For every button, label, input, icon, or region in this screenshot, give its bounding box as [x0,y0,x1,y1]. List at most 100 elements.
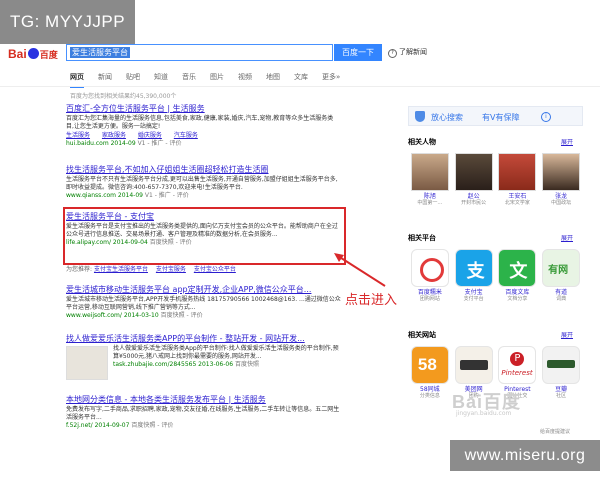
platform-card[interactable]: 支 支付宝 支付平台 [452,249,496,303]
shield-icon [415,111,425,122]
result-extras[interactable]: 百度快照 - 评价 [161,312,203,319]
avatar [410,153,449,191]
site-card[interactable]: 58 58同城 分类信息 [408,346,452,400]
baidu-logo[interactable]: Bai 百度 [8,45,66,63]
result-extras[interactable]: 百度快照 - 评价 [131,422,173,429]
watermark-tag: TG: MYYJJPP [0,0,135,44]
person-card[interactable]: 陈旭 中国第一… [408,153,452,207]
result-extras[interactable]: V1 - 推广 - 评价 [145,192,189,199]
58-icon: 58 [410,346,449,384]
nuomi-icon [410,249,449,287]
result-title[interactable]: 爱生活城市移动生活服务平台 app定制开发,企业APP,微信公众平台... [66,284,341,295]
url-text: task.zhubajie.com/2845565 2013-06-06 [113,361,234,368]
person-sub: 开封市民公 [461,200,487,206]
tab-map[interactable]: 地图 [266,70,280,84]
section-title: 相关人物 [408,138,436,146]
help-link[interactable]: ? 了解新闻 [388,46,427,58]
result-item: 爱生活城市移动生活服务平台 app定制开发,企业APP,微信公众平台... 爱生… [66,284,341,320]
baidu-watermark-sub: jingyan.baidu.com [456,410,512,417]
tab-news[interactable]: 新闻 [98,70,112,84]
divider [0,86,600,87]
tab-web[interactable]: 网页 [70,70,84,88]
person-name: 赵公 [467,193,480,200]
annotation-arrow-icon [334,253,386,287]
info-icon[interactable]: i [541,112,551,122]
person-sub: 中国政坛 [551,200,572,206]
site-name: 豆瓣 [555,386,568,393]
result-url: www.weijsoft.com/ 2014-03-10 百度快照 - 评价 [66,312,341,320]
result-count: 百度为您找到相关结果约45,390,000个 [70,93,177,100]
search-query: 爱生活服务平台 [70,47,130,58]
result-desc: 生活服务平台不只有生活服务平台分成,更可以出售生活服务,开通自营服务,加盟仔姐姐… [66,176,338,191]
tab-wenku[interactable]: 文库 [294,70,308,84]
secure-search-banner[interactable]: 放心搜索 有V有保障 i [408,106,583,126]
nav-tabs: 网页 新闻 贴吧 知道 音乐 图片 视频 地图 文库 更多» [70,70,354,88]
url-text: hui.baidu.com 2014-09 [66,140,136,147]
site-card[interactable]: 豆瓣 社区 [539,346,583,400]
result-thumbnail[interactable] [66,346,108,380]
expand-link[interactable]: 展开 [561,233,573,242]
result-title[interactable]: 找人做爱爱乐活生活服务类APP的平台制作 - 整站开发 - 网站开发... [66,333,341,344]
secure-label: 放心搜索 [431,113,463,122]
avatar [454,153,493,191]
tab-tieba[interactable]: 贴吧 [126,70,140,84]
search-button[interactable]: 百度一下 [334,44,382,61]
tab-more[interactable]: 更多» [322,70,340,84]
platform-card[interactable]: 有网 有道 词典 [539,249,583,303]
logo-text: Bai [8,47,27,61]
platform-card[interactable]: 文 百度文库 文档分享 [496,249,540,303]
related-link[interactable]: 支付宝服务 [156,266,186,273]
result-title[interactable]: 找生活服务平台,不如加入仔姐姐生活圈超轻松打造生活圈 [66,164,341,175]
person-card[interactable]: 赵公 开封市民公 [452,153,496,207]
sublink[interactable]: 生活服务 [66,132,90,139]
result-title[interactable]: 本地网分类信息 - 本地各类生活服务发布平台 | 生活服务 [66,394,341,405]
tab-zhidao[interactable]: 知道 [154,70,168,84]
url-text: www.qianss.com 2014-09 [66,192,143,199]
result-item: 找生活服务平台,不如加入仔姐姐生活圈超轻松打造生活圈 生活服务平台不只有生活服务… [66,164,341,200]
person-card[interactable]: 王安石 北宋文学家 [496,153,540,207]
youdao-icon: 有网 [542,249,581,287]
expand-link[interactable]: 展开 [561,330,573,339]
related-link[interactable]: 支付宝公众平台 [194,266,236,273]
tab-images[interactable]: 图片 [210,70,224,84]
platform-name: 有道 [555,289,568,296]
related-link[interactable]: 支付宝生活服务平台 [94,266,148,273]
tab-music[interactable]: 音乐 [182,70,196,84]
related-searches: 为您推荐: 支付宝生活服务平台 支付宝服务 支付宝公众平台 [66,265,242,274]
sublink[interactable]: 家政服务 [102,132,126,139]
avatar [542,153,581,191]
platform-sub: 支付平台 [463,296,484,302]
result-desc: 爱生活城市移动生活服务平台,APP开发手机服务热线 18175790566 10… [66,296,341,311]
related-label: 为您推荐: [66,266,93,273]
sublink[interactable]: 婚庆服务 [138,132,162,139]
result-desc: 百度汇为您汇集海量的生活服务信息,包括美食,家政,健康,家装,婚庆,汽车,宠物,… [66,115,334,130]
sublink[interactable]: 汽车服务 [174,132,198,139]
section-title: 相关平台 [408,234,436,242]
result-url: f.52j.net/ 2014-09-07 百度快照 - 评价 [66,422,341,430]
url-text: f.52j.net/ 2014-09-07 [66,422,130,429]
result-item: 本地网分类信息 - 本地各类生活服务发布平台 | 生活服务 免费发布写字,二手商… [66,394,341,430]
result-item: 找人做爱爱乐活生活服务类APP的平台制作 - 整站开发 - 网站开发... 找人… [66,333,341,380]
platform-sub: 团购网站 [419,296,440,302]
platform-card[interactable]: 百度糯米 团购网站 [408,249,452,303]
secure-badge: 有V有保障 [482,113,520,122]
person-sub: 中国第一… [417,200,443,206]
help-label: 了解新闻 [399,48,427,56]
expand-link[interactable]: 展开 [561,137,573,146]
result-title[interactable]: 百度汇-全方位生活服务平台 | 生活服务 [66,103,341,114]
search-input[interactable]: 爱生活服务平台 [66,44,333,61]
result-extras[interactable]: V1 - 推广 - 评价 [138,140,182,147]
result-sublinks: 生活服务 家政服务 婚庆服务 汽车服务 [66,131,341,140]
paw-icon [27,48,39,59]
site-sub: 社区 [556,393,567,399]
feedback-link[interactable]: 给百度提建议 [540,428,570,435]
url-text: www.weijsoft.com/ 2014-03-10 [66,312,159,319]
site-name: 58同城 [420,386,440,393]
logo-cn: 百度 [39,50,58,60]
tab-video[interactable]: 视频 [238,70,252,84]
result-extras[interactable]: 百度快照 [235,361,259,368]
person-card[interactable]: 张龙 中国政坛 [539,153,583,207]
platform-name: 支付宝 [464,289,483,296]
douban-icon [542,346,581,384]
pinterest-icon: P Pinterest [498,346,537,384]
